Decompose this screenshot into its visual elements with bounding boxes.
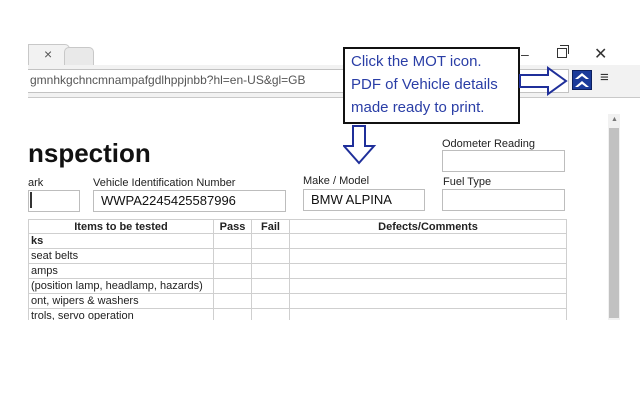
pass-header: Pass: [213, 219, 252, 234]
pass-checkbox[interactable]: [213, 278, 252, 294]
registration-field[interactable]: [28, 190, 80, 212]
annotation-line: Click the MOT icon.: [351, 53, 482, 70]
annotation-text: Click the MOT icon. PDF of Vehicle detai…: [351, 50, 498, 119]
tab-strip: [28, 40, 640, 65]
page-bottom-area: [0, 320, 640, 400]
odometer-label: Odometer Reading: [442, 138, 535, 150]
window-minimize-button[interactable]: –: [521, 46, 529, 62]
items-table: Items to be tested Pass Fail Defects/Com…: [28, 219, 567, 324]
annotation-line: made ready to print.: [351, 99, 485, 116]
defects-header: Defects/Comments: [289, 219, 567, 234]
mot-icon[interactable]: [572, 70, 592, 90]
pass-checkbox[interactable]: [213, 233, 252, 249]
table-row: ont, wipers & washers: [28, 293, 567, 309]
fail-checkbox[interactable]: [251, 293, 290, 309]
comment-cell[interactable]: [289, 233, 567, 249]
annotation-line: PDF of Vehicle details: [351, 76, 498, 93]
text-cursor: [30, 192, 32, 208]
table-header-row: Items to be tested Pass Fail Defects/Com…: [28, 219, 567, 234]
item-cell: ks: [28, 233, 214, 249]
item-cell: seat belts: [28, 248, 214, 264]
table-row: amps: [28, 263, 567, 279]
comment-cell[interactable]: [289, 263, 567, 279]
window-restore-button[interactable]: [557, 45, 569, 58]
item-cell: ont, wipers & washers: [28, 293, 214, 309]
page-title: nspection: [28, 138, 151, 168]
fail-checkbox[interactable]: [251, 278, 290, 294]
table-row: (position lamp, headlamp, hazards): [28, 278, 567, 294]
fail-header: Fail: [251, 219, 290, 234]
item-cell: amps: [28, 263, 214, 279]
scrollbar-thumb[interactable]: [609, 128, 619, 318]
vin-label: Vehicle Identification Number: [93, 177, 236, 189]
fail-checkbox[interactable]: [251, 233, 290, 249]
window-close-button[interactable]: ✕: [594, 44, 607, 64]
vin-value: WWPA2245425587996: [101, 193, 236, 208]
items-header: Items to be tested: [28, 219, 214, 234]
address-bar-url[interactable]: gmnhkgchncmnampafgdlhppjnbb?hl=en-US&gl=…: [30, 73, 306, 87]
pass-checkbox[interactable]: [213, 248, 252, 264]
menu-icon[interactable]: ≡: [600, 70, 609, 85]
fail-checkbox[interactable]: [251, 248, 290, 264]
item-cell: (position lamp, headlamp, hazards): [28, 278, 214, 294]
make-model-value: BMW ALPINA: [311, 192, 392, 207]
table-row: ks: [28, 233, 567, 249]
arrow-down-icon: [343, 125, 377, 165]
fuel-type-field[interactable]: [442, 189, 565, 211]
fuel-type-label: Fuel Type: [443, 176, 492, 188]
comment-cell[interactable]: [289, 293, 567, 309]
new-tab-button[interactable]: [64, 47, 94, 66]
scroll-up-icon[interactable]: ▲: [611, 116, 618, 123]
tab-close-icon[interactable]: ×: [44, 46, 52, 62]
fail-checkbox[interactable]: [251, 263, 290, 279]
table-row: seat belts: [28, 248, 567, 264]
comment-cell[interactable]: [289, 278, 567, 294]
arrow-right-icon: [519, 66, 568, 96]
make-model-label: Make / Model: [303, 175, 370, 187]
registration-label: ark: [28, 177, 44, 189]
comment-cell[interactable]: [289, 248, 567, 264]
pass-checkbox[interactable]: [213, 263, 252, 279]
pass-checkbox[interactable]: [213, 293, 252, 309]
odometer-field[interactable]: [442, 150, 565, 172]
